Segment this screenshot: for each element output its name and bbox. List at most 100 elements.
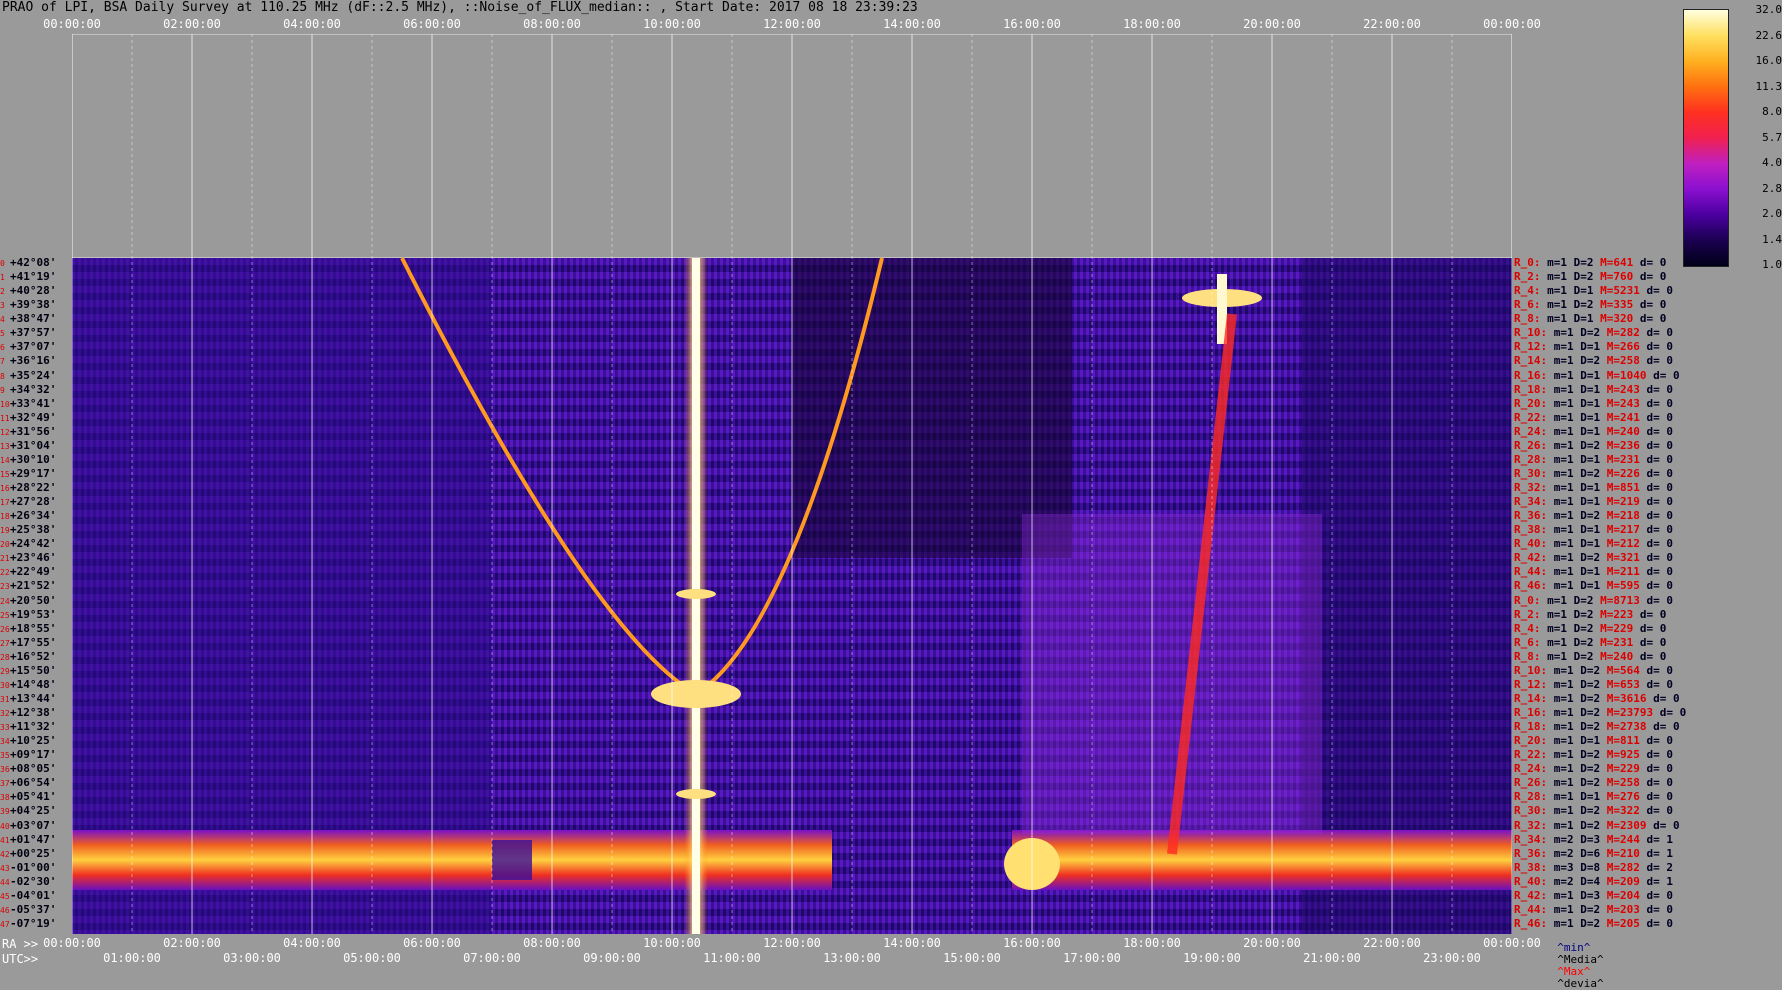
stats-r: R_42:	[1514, 551, 1547, 564]
stats-d: d= 1	[1647, 833, 1674, 846]
ra-tick: 12:00:00	[763, 937, 821, 949]
utc-tick: 19:00:00	[1183, 952, 1241, 964]
legend-devia: ^devia^	[1557, 977, 1603, 990]
stats-m-max: M=203	[1607, 903, 1640, 916]
declination-value: +11°32'	[10, 720, 56, 733]
stats-m: m=1	[1554, 790, 1574, 803]
declination-row: 7+36°16'	[0, 355, 56, 369]
declination-value: +18°55'	[10, 622, 56, 635]
declination-row: 11+32°49'	[0, 412, 56, 426]
stats-d-dev: D=2	[1574, 636, 1594, 649]
stats-d: d= 0	[1647, 481, 1674, 494]
colorbar-tick-label: 5.7	[1762, 132, 1782, 144]
stats-r: R_38:	[1514, 523, 1547, 536]
stats-m-max: M=240	[1607, 425, 1640, 438]
stats-d: d= 0	[1647, 776, 1674, 789]
ra-tick: 02:00:00	[163, 937, 221, 949]
stats-m: m=3	[1554, 861, 1574, 874]
stats-d-dev: D=2	[1580, 819, 1600, 832]
declination-row: 18+26°34'	[0, 510, 56, 524]
declination-index: 45	[0, 891, 10, 903]
declination-index: 1	[0, 272, 10, 284]
stats-r: R_30:	[1514, 467, 1547, 480]
stats-d-dev: D=1	[1580, 495, 1600, 508]
declination-value: +01°47'	[10, 833, 56, 846]
stats-d: d= 0	[1647, 397, 1674, 410]
stats-row: R_36: m=1 D=2 M=218 d= 0	[1514, 510, 1680, 522]
stats-d-dev: D=2	[1580, 706, 1600, 719]
declination-value: +04°25'	[10, 804, 56, 817]
stats-d-dev: D=2	[1574, 270, 1594, 283]
stats-d-dev: D=1	[1580, 453, 1600, 466]
stats-m: m=1	[1554, 819, 1574, 832]
stats-d: d= 0	[1640, 270, 1667, 283]
declination-row: 41+01°47'	[0, 834, 56, 848]
ra-tick: 16:00:00	[1003, 937, 1061, 949]
chart-title: PRAO of LPI, BSA Daily Survey at 110.25 …	[2, 2, 918, 14]
stats-m-max: M=851	[1607, 481, 1640, 494]
stats-row: R_24: m=1 D=2 M=229 d= 0	[1514, 763, 1680, 775]
declination-value: +38°47'	[10, 312, 56, 325]
stats-d: d= 0	[1640, 312, 1667, 325]
stats-r: R_22:	[1514, 748, 1547, 761]
stats-r: R_18:	[1514, 383, 1547, 396]
stats-row: R_18: m=1 D=2 M=2738 d= 0	[1514, 721, 1686, 733]
stats-d-dev: D=2	[1574, 594, 1594, 607]
stats-m-max: M=925	[1607, 748, 1640, 761]
stats-row: R_36: m=2 D=6 M=210 d= 1	[1514, 848, 1680, 860]
declination-index: 14	[0, 455, 10, 467]
declination-index: 36	[0, 764, 10, 776]
declination-index: 29	[0, 666, 10, 678]
stats-d: d= 0	[1653, 720, 1680, 733]
declination-row: 23+21°52'	[0, 580, 56, 594]
stats-m-max: M=641	[1600, 256, 1633, 269]
top-ra-axis: 00:00:0002:00:0004:00:0006:00:0008:00:00…	[0, 18, 1600, 32]
stats-row: R_30: m=1 D=2 M=226 d= 0	[1514, 468, 1680, 480]
top-ra-tick: 22:00:00	[1363, 18, 1421, 30]
stats-row: R_40: m=2 D=4 M=209 d= 1	[1514, 876, 1680, 888]
declination-index: 0	[0, 258, 10, 270]
ra-tick: 00:00:00	[1483, 937, 1541, 949]
stats-d: d= 0	[1647, 411, 1674, 424]
stats-m-max: M=8713	[1600, 594, 1640, 607]
stats-m: m=1	[1547, 608, 1567, 621]
stats-row: R_40: m=1 D=1 M=212 d= 0	[1514, 538, 1680, 550]
stats-m: m=1	[1547, 622, 1567, 635]
declination-value: +25°38'	[10, 523, 56, 536]
stats-d: d= 0	[1647, 284, 1674, 297]
stats-m: m=1	[1554, 495, 1574, 508]
stats-r: R_6:	[1514, 298, 1541, 311]
stats-d-dev: D=6	[1580, 847, 1600, 860]
declination-row: 25+19°53'	[0, 609, 56, 623]
ra-tick: 08:00:00	[523, 937, 581, 949]
declination-row: 24+20°50'	[0, 595, 56, 609]
declination-row: 45-04°01'	[0, 890, 56, 904]
stats-m: m=1	[1554, 889, 1574, 902]
stats-m: m=1	[1554, 551, 1574, 564]
stats-d: d= 0	[1653, 819, 1680, 832]
stats-r: R_28:	[1514, 790, 1547, 803]
declination-row: 29+15°50'	[0, 665, 56, 679]
colorbar-tick-label: 8.0	[1762, 106, 1782, 118]
stats-d-dev: D=2	[1574, 298, 1594, 311]
declination-index: 26	[0, 624, 10, 636]
stats-row: R_2: m=1 D=2 M=760 d= 0	[1514, 271, 1673, 283]
stats-m-max: M=210	[1607, 847, 1640, 860]
stats-row: R_12: m=1 D=2 M=653 d= 0	[1514, 679, 1680, 691]
ra-tick: 18:00:00	[1123, 937, 1181, 949]
stats-m: m=1	[1547, 284, 1567, 297]
stats-d: d= 0	[1647, 594, 1674, 607]
declination-index: 2	[0, 286, 10, 298]
declination-index: 22	[0, 567, 10, 579]
declination-index: 41	[0, 835, 10, 847]
declination-row: 2+40°28'	[0, 285, 56, 299]
stats-m-max: M=258	[1607, 354, 1640, 367]
declination-value: +05°41'	[10, 790, 56, 803]
declination-value: +06°54'	[10, 776, 56, 789]
stats-d: d= 0	[1647, 425, 1674, 438]
colorbar-tick-label: 4.0	[1762, 157, 1782, 169]
declination-row: 21+23°46'	[0, 552, 56, 566]
stats-d-dev: D=2	[1580, 326, 1600, 339]
stats-d: d= 0	[1647, 664, 1674, 677]
ra-axis: 00:00:0002:00:0004:00:0006:00:0008:00:00…	[0, 937, 1600, 951]
